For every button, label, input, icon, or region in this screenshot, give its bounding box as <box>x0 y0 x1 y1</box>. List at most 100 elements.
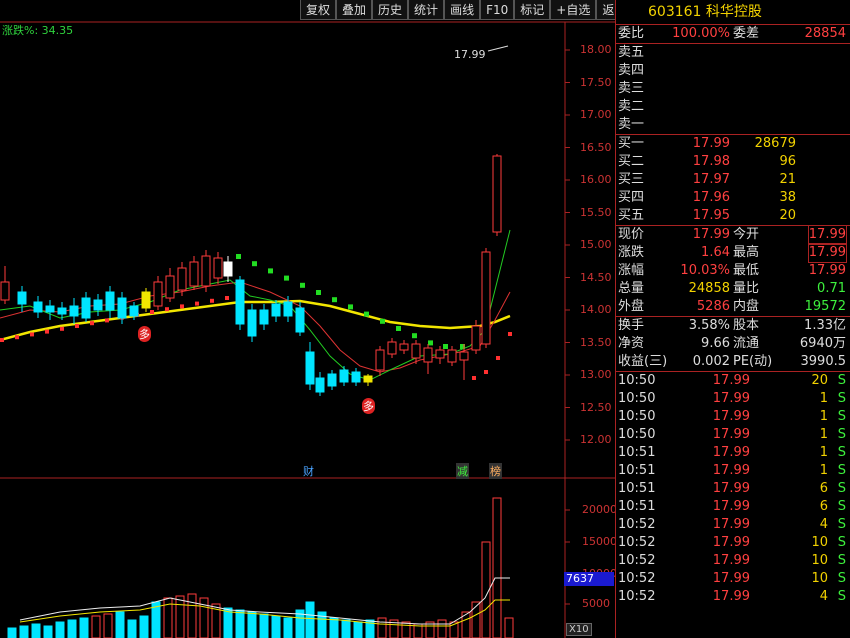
sar-dot-red <box>105 318 109 323</box>
weicha-value: 28854 <box>804 26 846 41</box>
toolbar-overlay-button[interactable]: 叠加 <box>336 0 373 20</box>
tick-side: S <box>837 427 846 442</box>
tick-row: 10:51 17.99 6 S <box>616 498 850 516</box>
candle-body <box>129 305 139 317</box>
sar-dot-red <box>60 326 64 331</box>
fundamental-value: 9.66 <box>701 336 730 351</box>
tick-price: 17.99 <box>712 481 750 496</box>
candle-body <box>399 343 409 351</box>
ask-label: 卖五 <box>618 45 645 60</box>
tick-price: 17.99 <box>712 535 750 550</box>
candle-body <box>339 369 349 383</box>
candle-body <box>105 291 115 311</box>
stat-label: 今开 <box>733 227 760 242</box>
stat-value: 19572 <box>804 299 846 314</box>
sar-dot-red <box>165 307 169 312</box>
candle-body <box>177 267 187 291</box>
price-axis-label: 12.00 <box>580 433 612 446</box>
candles <box>0 154 502 396</box>
candle-body <box>153 281 163 307</box>
tick-side: S <box>837 463 846 478</box>
sar-dot-green <box>300 282 305 288</box>
toolbar-restore-rights-button[interactable]: 复权 <box>300 0 337 20</box>
tick-time: 10:50 <box>618 409 656 424</box>
price-axis-label: 14.00 <box>580 303 612 316</box>
stat-label: 最低 <box>733 263 760 278</box>
tick-price: 17.99 <box>712 373 750 388</box>
ask-label: 卖一 <box>618 117 645 132</box>
candle-body <box>295 307 305 333</box>
price-axis-label: 12.50 <box>580 400 612 414</box>
tick-volume: 1 <box>819 409 828 424</box>
stock-name: 科华控股 <box>705 4 762 20</box>
marker-duo-2[interactable]: 多 <box>362 398 375 414</box>
tick-price: 17.99 <box>712 463 750 478</box>
volume-bar <box>175 595 185 638</box>
bid-volume: 96 <box>779 154 796 169</box>
marker-cai[interactable]: 财 <box>302 463 315 479</box>
fundamental-label: 股本 <box>733 318 760 333</box>
sar-dot-red <box>508 332 512 336</box>
stat-value: 17.99 <box>692 227 730 242</box>
sar-dot-red <box>195 301 199 306</box>
tick-time: 10:52 <box>618 517 656 532</box>
kline-svg[interactable] <box>0 0 615 638</box>
candle-body <box>165 275 175 299</box>
price-axis-label: 17.00 <box>580 108 612 121</box>
tick-volume: 6 <box>819 481 828 496</box>
tick-row: 10:51 17.99 6 S <box>616 480 850 498</box>
toolbar-add-watchlist-button[interactable]: +自选 <box>550 0 597 20</box>
fundamental-value: 0.002 <box>692 354 730 369</box>
stat-value: 5286 <box>696 299 730 314</box>
sar-dot-red <box>225 296 229 300</box>
sar-dot-red <box>496 356 500 360</box>
toolbar-draw-button[interactable]: 画线 <box>444 0 481 20</box>
sar-dot-green <box>443 344 448 349</box>
candle-body <box>327 373 337 387</box>
tick-list[interactable]: 10:50 17.99 20 S 10:50 17.99 1 S 10:50 17.99 1 S 10:… <box>616 371 850 606</box>
stat-label: 涨跌 <box>618 245 645 260</box>
toolbar-stats-button[interactable]: 统计 <box>408 0 445 20</box>
marker-bang[interactable]: 榜 <box>489 463 502 479</box>
candle-body <box>45 305 55 313</box>
tick-volume: 1 <box>819 391 828 406</box>
sar-dot-green <box>396 326 401 331</box>
sar-dot-green <box>268 268 273 274</box>
marker-duo-1[interactable]: 多 <box>138 326 151 342</box>
tick-volume: 1 <box>819 427 828 442</box>
tick-row: 10:50 17.99 1 S <box>616 408 850 426</box>
sar-dot-red <box>75 324 79 328</box>
candle-body <box>69 305 79 317</box>
volume-bar <box>31 623 41 638</box>
volume-bar <box>43 625 53 638</box>
quote-stats: 现价 17.99 今开 17.99 涨跌 1.64 最高 17.99 涨幅 10.03% 最低 17.… <box>616 225 850 316</box>
bid-row: 买三 17.97 21 <box>616 171 850 189</box>
tick-price: 17.99 <box>712 589 750 604</box>
toolbar-f10-button[interactable]: F10 <box>480 0 515 20</box>
volume-axis-ticks <box>565 509 570 605</box>
price-axis-label: 17.50 <box>580 75 612 89</box>
toolbar-history-button[interactable]: 历史 <box>372 0 409 20</box>
bid-label: 买一 <box>618 136 645 151</box>
marker-jian[interactable]: 减 <box>456 463 469 479</box>
volume-bar <box>401 621 411 638</box>
sar-dot-red <box>180 304 184 309</box>
bid-price: 17.98 <box>692 154 730 169</box>
stat-value: 0.71 <box>817 281 846 296</box>
stat-label: 涨幅 <box>618 263 645 278</box>
kline-chart-area[interactable]: 涨跌%: 34.35 17.99 18.00 17.50 17.00 16.50 16.… <box>0 0 633 638</box>
candle-body <box>283 301 293 317</box>
volume-axis-label: 20000 <box>582 503 617 516</box>
candle-body <box>213 257 223 279</box>
tick-time: 10:51 <box>618 463 656 478</box>
volume-unit-label[interactable]: X10 <box>566 623 592 636</box>
weibi-value: 100.00% <box>672 26 730 41</box>
bid-row: 买二 17.98 96 <box>616 153 850 171</box>
stat-row: 涨幅 10.03% 最低 17.99 <box>616 262 850 280</box>
sar-dot-red <box>30 332 34 337</box>
bid-label: 买四 <box>618 190 645 205</box>
toolbar-mark-button[interactable]: 标记 <box>514 0 551 20</box>
tick-volume: 10 <box>811 553 828 568</box>
ask-label: 卖三 <box>618 81 645 96</box>
candle-body <box>247 309 257 337</box>
